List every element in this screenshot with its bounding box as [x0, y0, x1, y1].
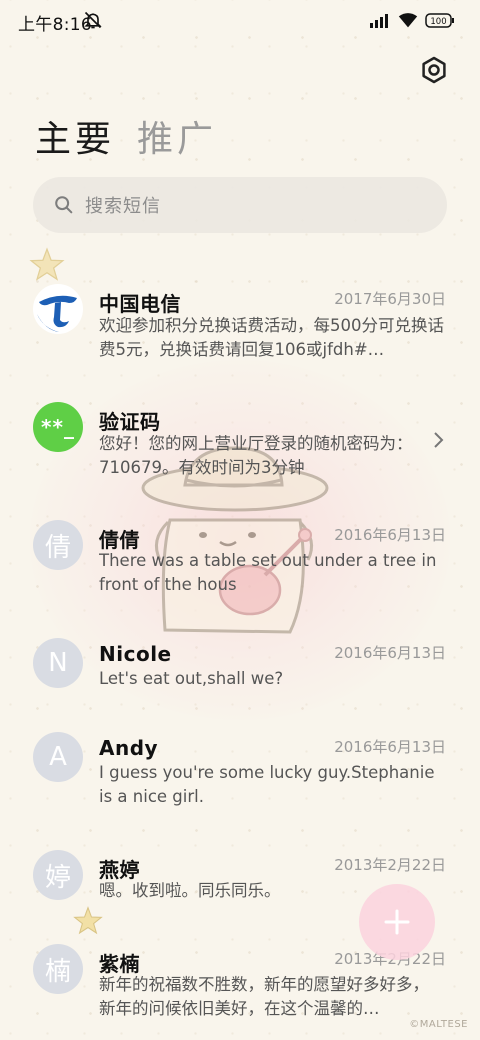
- compose-button[interactable]: [359, 884, 435, 960]
- signal-icon: [370, 14, 388, 28]
- search-placeholder: 搜索短信: [85, 196, 161, 217]
- search-input[interactable]: 搜索短信: [33, 177, 447, 233]
- china-telecom-logo-icon: [34, 285, 82, 333]
- conversation-item[interactable]: A Andy 2016年6月13日 I guess you're some lu…: [0, 720, 480, 830]
- conversation-item[interactable]: N Nicole 2016年6月13日 Let's eat out,shall …: [0, 624, 480, 714]
- status-bar: 上午8:16 100: [0, 0, 480, 42]
- conversation-item[interactable]: **_ 验证码 您好！您的网上营业厅登录的随机密码为：710679。有效时间为3…: [0, 386, 480, 496]
- sender-name: 验证码: [99, 410, 161, 434]
- message-date: 2016年6月13日: [334, 526, 446, 544]
- message-date: 2017年6月30日: [334, 290, 446, 308]
- wifi-icon: [398, 13, 418, 28]
- message-date: 2016年6月13日: [334, 738, 446, 756]
- status-time: 上午8:16: [18, 15, 92, 35]
- avatar: [33, 284, 83, 334]
- mute-bell-icon: [84, 11, 102, 29]
- sender-name: Andy: [99, 736, 159, 760]
- tab-bar: 主要 推广: [35, 112, 217, 168]
- battery-icon: 100: [425, 13, 454, 28]
- avatar: 倩: [33, 520, 83, 570]
- message-preview: 欢迎参加积分兑换话费活动，每500分可兑换话费5元，兑换话费请回复106或jfd…: [99, 316, 444, 359]
- settings-hex-icon[interactable]: [419, 55, 449, 85]
- conversation-item[interactable]: 倩 倩倩 2016年6月13日 There was a table set ou…: [0, 506, 480, 616]
- sender-name: 中国电信: [99, 292, 181, 316]
- avatar: 楠: [33, 944, 83, 994]
- tab-main[interactable]: 主要: [35, 112, 115, 168]
- sender-name: Nicole: [99, 642, 172, 666]
- tab-promotion[interactable]: 推广: [137, 112, 217, 168]
- message-preview: 您好！您的网上营业厅登录的随机密码为：710679。有效时间为3分钟: [99, 434, 413, 477]
- avatar: 婷: [33, 850, 83, 900]
- plus-icon: [384, 909, 410, 935]
- avatar: N: [33, 638, 83, 688]
- message-preview: 新年的祝福数不胜数，新年的愿望好多好多，新年的问候依旧美好，在这个温馨的…: [99, 975, 429, 1018]
- conversation-item[interactable]: 中国电信 2017年6月30日 欢迎参加积分兑换话费活动，每500分可兑换话费5…: [0, 268, 480, 378]
- message-date: 2013年2月22日: [334, 856, 446, 874]
- message-preview: Let's eat out,shall we?: [99, 669, 284, 688]
- avatar: A: [33, 732, 83, 782]
- watermark: ©MALTESE: [409, 1019, 468, 1030]
- message-date: 2016年6月13日: [334, 644, 446, 662]
- battery-level: 100: [430, 17, 446, 27]
- message-preview: There was a table set out under a tree i…: [99, 551, 437, 594]
- search-icon: [55, 196, 73, 214]
- message-preview: I guess you're some lucky guy.Stephanie …: [99, 763, 435, 806]
- chevron-right-icon[interactable]: [432, 430, 446, 450]
- avatar: **_: [33, 402, 83, 452]
